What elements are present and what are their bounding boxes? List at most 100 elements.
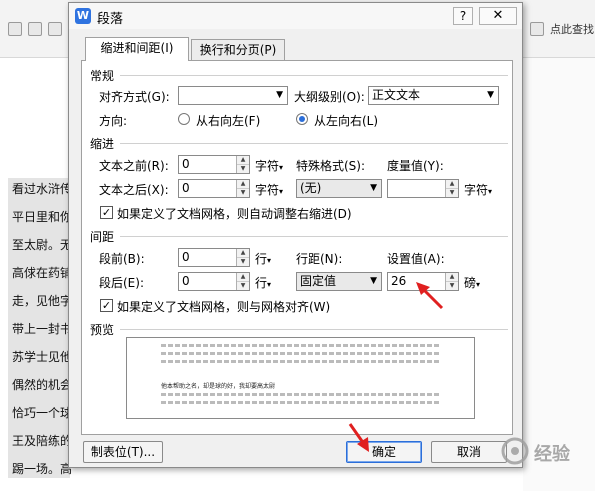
spin-down-icon[interactable]: ▼ [446, 188, 458, 196]
preview-line [161, 401, 439, 404]
set-value-input[interactable]: 26 ▲ ▼ [387, 272, 459, 291]
watermark: 经验 [500, 424, 590, 484]
space-before-unit[interactable]: 行▾ [255, 250, 271, 267]
rtl-label[interactable]: 从右向左(F) [196, 112, 260, 129]
cancel-button[interactable]: 取消 [431, 441, 507, 463]
close-button[interactable]: ✕ [479, 7, 517, 25]
alignment-select[interactable]: ▼ [178, 86, 288, 105]
doc-line: 踢一场。高 [12, 462, 72, 476]
indent-after-value: 0 [182, 181, 190, 195]
space-before-label: 段前(B): [99, 252, 145, 266]
space-after-label: 段后(E): [99, 276, 144, 290]
spin-up-icon[interactable]: ▲ [237, 156, 249, 164]
grid-align-label[interactable]: 如果定义了文档网格，则与网格对齐(W) [117, 298, 330, 315]
measure-unit[interactable]: 字符▾ [464, 181, 492, 198]
preview-sample-text: 他本帮助之名，却是球的好，我却要高太尉 [161, 383, 276, 390]
special-format-value: (无) [300, 181, 322, 195]
preview-line [161, 344, 439, 347]
set-value-value: 26 [391, 274, 407, 288]
direction-label: 方向: [99, 114, 128, 128]
paragraph-dialog: W 段落 ? ✕ 缩进和间距(I) 换行和分页(P) 常规 对齐方式(G): ▼… [68, 2, 523, 468]
space-after-input[interactable]: 0 ▲ ▼ [178, 272, 250, 291]
spin-down-icon[interactable]: ▼ [237, 257, 249, 265]
preview-line [161, 352, 439, 355]
divider [120, 75, 508, 76]
chevron-down-icon: ▼ [276, 90, 283, 100]
special-format-select[interactable]: (无) ▼ [296, 179, 382, 198]
outline-level-label: 大纲级别(O): [294, 90, 365, 104]
find-icon[interactable] [530, 22, 544, 36]
doc-line: 走，见他字 [12, 294, 72, 308]
divider [120, 143, 508, 144]
print-icon[interactable] [28, 22, 42, 36]
spin-up-icon[interactable]: ▲ [446, 273, 458, 281]
indent-after-input[interactable]: 0 ▲ ▼ [178, 179, 250, 198]
doc-line: 高俅在药铺 [12, 266, 72, 280]
spin-down-icon[interactable]: ▼ [446, 281, 458, 289]
space-after-value: 0 [182, 274, 190, 288]
preview-section-title: 预览 [90, 323, 115, 337]
wps-app-icon: W [75, 8, 91, 24]
alignment-label: 对齐方式(G): [99, 90, 170, 104]
help-button[interactable]: ? [453, 7, 473, 25]
ltr-label[interactable]: 从左向右(L) [314, 112, 378, 129]
auto-adjust-label[interactable]: 如果定义了文档网格，则自动调整右缩进(D) [117, 205, 352, 222]
search-label[interactable]: 点此查找 [548, 18, 595, 40]
watermark-logo-icon [501, 437, 529, 465]
space-after-unit[interactable]: 行▾ [255, 274, 271, 291]
space-before-value: 0 [182, 250, 190, 264]
line-spacing-select[interactable]: 固定值 ▼ [296, 272, 382, 291]
doc-line: 看过水浒传 [12, 182, 72, 196]
spin-down-icon[interactable]: ▼ [237, 188, 249, 196]
space-before-input[interactable]: 0 ▲ ▼ [178, 248, 250, 267]
spin-down-icon[interactable]: ▼ [237, 281, 249, 289]
tab-stops-button[interactable]: 制表位(T)... [83, 441, 163, 463]
indent-before-value: 0 [182, 157, 190, 171]
preview-line [161, 360, 439, 363]
indent-before-unit[interactable]: 字符▾ [255, 157, 283, 174]
tab-indent-spacing[interactable]: 缩进和间距(I) [85, 37, 189, 61]
preview-box: 他本帮助之名，却是球的好，我却要高太尉 [126, 337, 475, 419]
doc-line: 平日里和你 [12, 210, 72, 224]
indent-section-title: 缩进 [90, 137, 115, 151]
grid-align-checkbox[interactable]: ✓ [100, 299, 113, 312]
spin-up-icon[interactable]: ▲ [446, 180, 458, 188]
divider [120, 236, 508, 237]
divider [120, 329, 508, 330]
outline-level-value: 正文文本 [372, 88, 421, 102]
chevron-down-icon: ▼ [370, 276, 377, 286]
preview-icon[interactable] [48, 22, 62, 36]
doc-line: 至太尉。无 [12, 238, 72, 252]
chevron-down-icon: ▼ [487, 90, 494, 100]
doc-line: 带上一封书 [12, 322, 72, 336]
general-section-title: 常规 [90, 69, 115, 83]
measure-label: 度量值(Y): [387, 159, 444, 173]
auto-adjust-checkbox[interactable]: ✓ [100, 206, 113, 219]
indent-after-label: 文本之后(X): [99, 183, 169, 197]
dialog-titlebar[interactable]: W 段落 ? ✕ [69, 3, 522, 29]
watermark-text: 经验 [534, 444, 570, 465]
measure-input[interactable]: ▲ ▼ [387, 179, 459, 198]
outline-level-select[interactable]: 正文文本 ▼ [368, 86, 499, 105]
set-value-unit[interactable]: 磅▾ [464, 274, 480, 291]
spin-up-icon[interactable]: ▲ [237, 249, 249, 257]
indent-after-unit[interactable]: 字符▾ [255, 181, 283, 198]
line-spacing-value: 固定值 [300, 274, 337, 288]
spacing-section-title: 间距 [90, 230, 115, 244]
preview-line [161, 393, 439, 396]
tab-line-page-breaks[interactable]: 换行和分页(P) [191, 39, 285, 61]
spin-down-icon[interactable]: ▼ [237, 164, 249, 172]
indent-before-label: 文本之前(R): [99, 159, 169, 173]
save-icon[interactable] [8, 22, 22, 36]
indent-before-input[interactable]: 0 ▲ ▼ [178, 155, 250, 174]
spin-up-icon[interactable]: ▲ [237, 273, 249, 281]
ltr-radio[interactable] [296, 113, 308, 125]
ok-button[interactable]: 确定 [346, 441, 422, 463]
tab-panel: 常规 对齐方式(G): ▼ 大纲级别(O): 正文文本 ▼ 方向: 从右向左(F… [81, 60, 513, 435]
special-format-label: 特殊格式(S): [296, 159, 366, 173]
spin-up-icon[interactable]: ▲ [237, 180, 249, 188]
chevron-down-icon: ▼ [370, 183, 377, 193]
doc-line: 苏学士见他 [12, 350, 72, 364]
rtl-radio[interactable] [178, 113, 190, 125]
dialog-title: 段落 [97, 12, 124, 27]
